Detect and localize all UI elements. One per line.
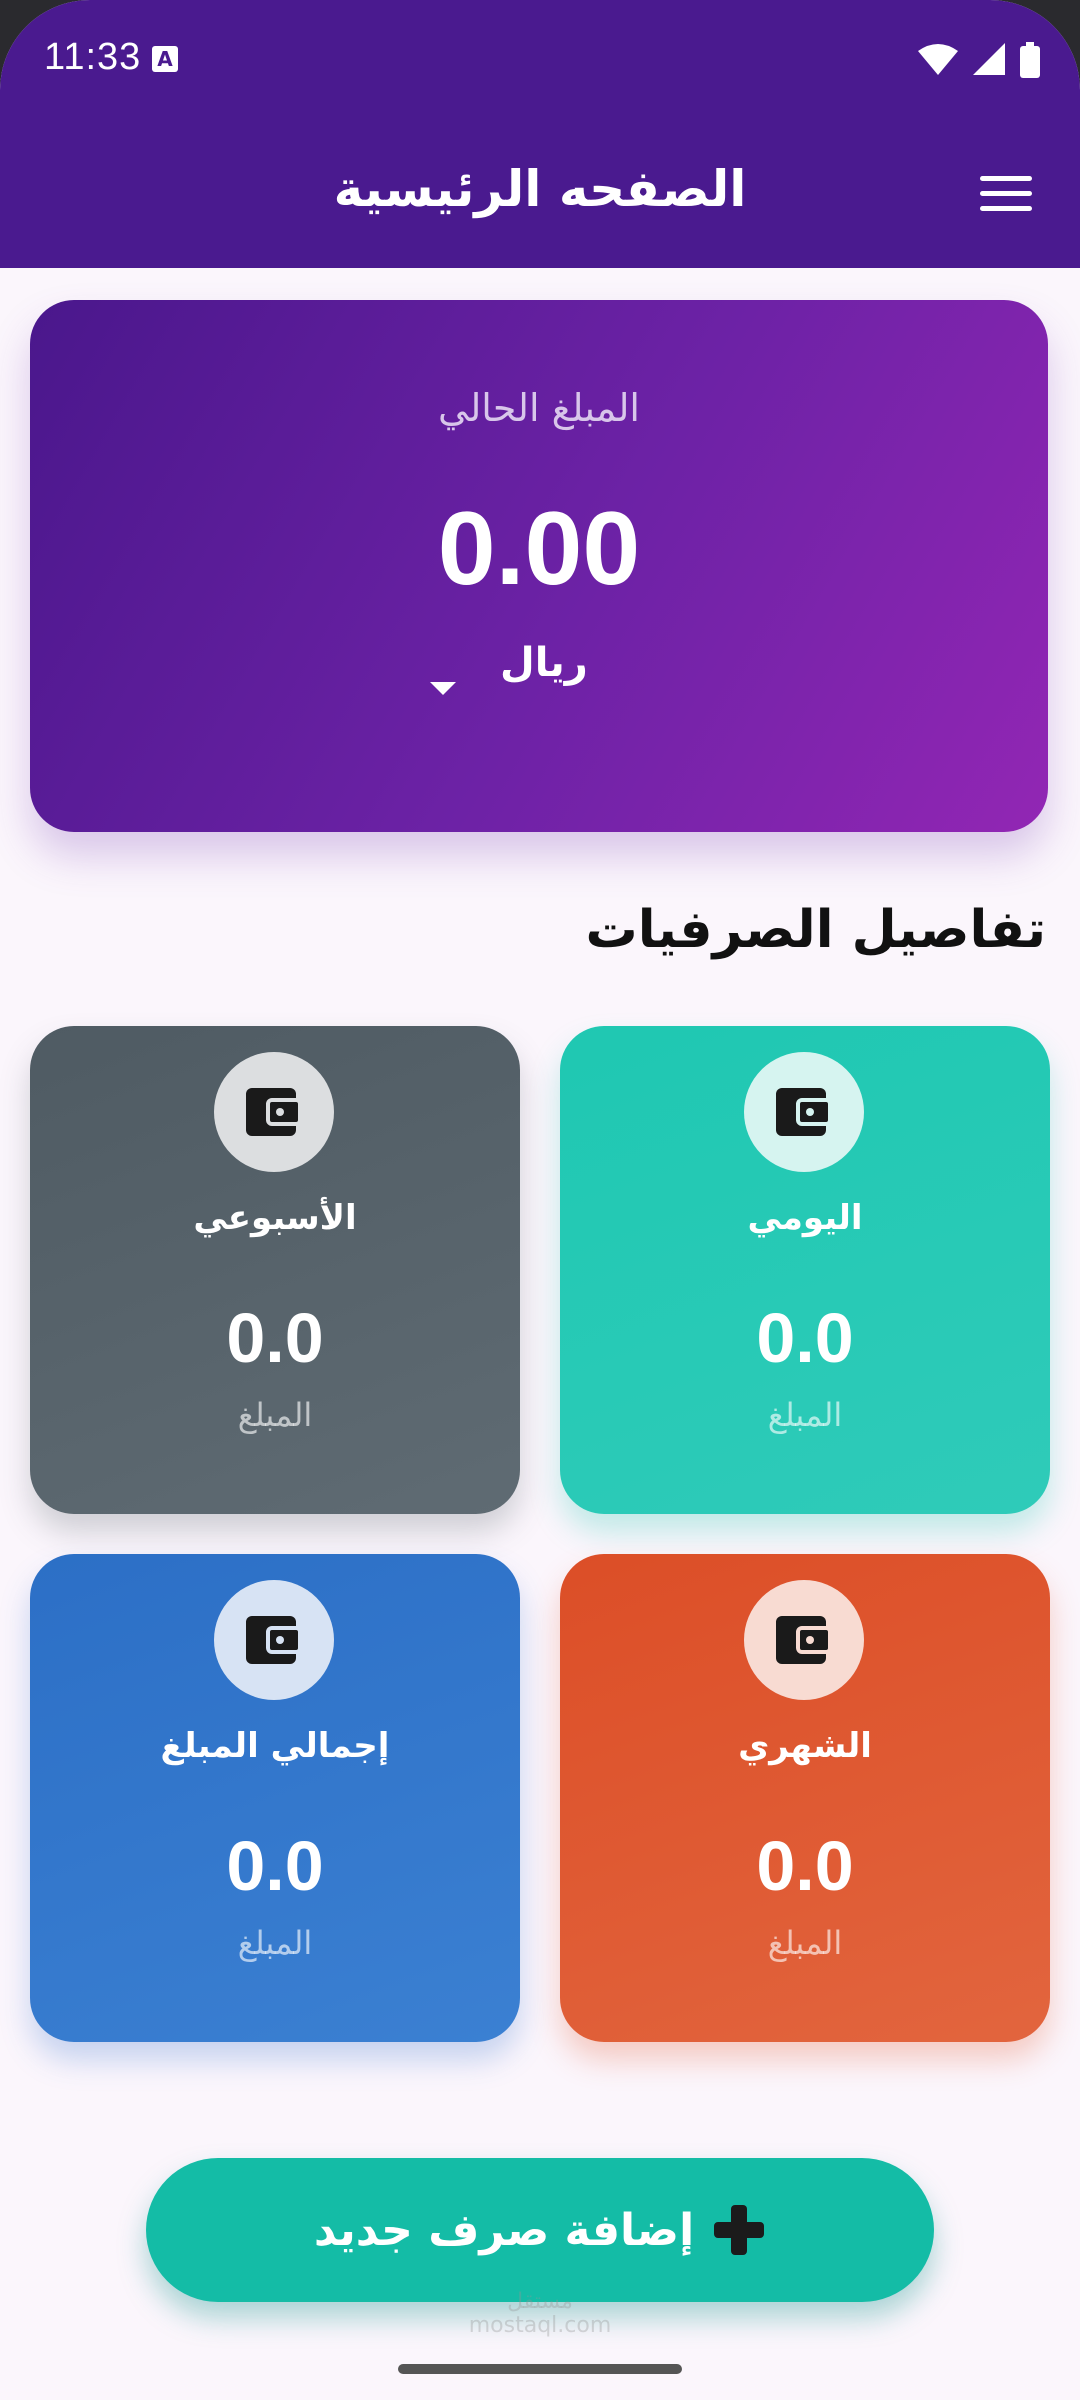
watermark-url: mostaql.com	[468, 2313, 612, 2338]
status-icons	[908, 42, 1040, 82]
dropdown-arrow-icon	[430, 682, 456, 695]
notification-icon: A	[152, 46, 178, 72]
currency-dropdown[interactable]: ريال	[400, 630, 600, 700]
page-title: الصفحه الرئيسية	[333, 160, 747, 218]
watermark-logo-text: مستقل	[507, 2289, 573, 2314]
weekly-expense-card[interactable]: الأسبوعي 0.0 المبلغ	[30, 1026, 520, 1514]
status-bar: 11:33 A	[0, 28, 1080, 92]
card-subtitle: المبلغ	[237, 1396, 313, 1434]
wallet-icon	[246, 1616, 302, 1664]
home-indicator[interactable]	[398, 2364, 682, 2374]
card-value: 0.0	[756, 1299, 854, 1377]
status-time: 11:33	[44, 36, 142, 78]
wallet-icon-badge	[744, 1580, 864, 1700]
watermark: مستقل mostaql.com	[0, 2290, 1080, 2338]
balance-label: المبلغ الحالي	[438, 386, 640, 430]
balance-amount: 0.00	[437, 491, 641, 607]
wallet-icon	[246, 1088, 302, 1136]
card-subtitle: المبلغ	[767, 1924, 843, 1962]
card-subtitle: المبلغ	[237, 1924, 313, 1962]
section-title: تفاصيل الصرفيات	[585, 900, 1046, 960]
plus-icon	[712, 2203, 766, 2257]
card-value: 0.0	[226, 1827, 324, 1905]
wallet-icon-badge	[214, 1052, 334, 1172]
battery-icon	[1020, 42, 1040, 78]
app-bar: 11:33 A الصفحه الرئيسية	[0, 0, 1080, 268]
wallet-icon-badge	[744, 1052, 864, 1172]
wallet-icon	[776, 1088, 832, 1136]
add-expense-label: إضافة صرف جديد	[313, 2204, 695, 2256]
hamburger-menu-icon[interactable]	[980, 176, 1032, 216]
card-title: إجمالي المبلغ	[160, 1726, 390, 1766]
phone-screen: 11:33 A الصفحه الرئيسية المبلغ الحالي 0.…	[0, 0, 1080, 2400]
add-expense-button[interactable]: إضافة صرف جديد	[146, 2158, 934, 2302]
balance-card: المبلغ الحالي 0.00 ريال	[30, 300, 1048, 832]
card-title: الشهري	[738, 1726, 872, 1766]
wallet-icon	[776, 1616, 832, 1664]
card-subtitle: المبلغ	[767, 1396, 843, 1434]
monthly-expense-card[interactable]: الشهري 0.0 المبلغ	[560, 1554, 1050, 2042]
total-expense-card[interactable]: إجمالي المبلغ 0.0 المبلغ	[30, 1554, 520, 2042]
card-value: 0.0	[226, 1299, 324, 1377]
daily-expense-card[interactable]: اليومي 0.0 المبلغ	[560, 1026, 1050, 1514]
card-title: الأسبوعي	[193, 1198, 357, 1238]
wifi-icon	[917, 44, 958, 75]
card-title: اليومي	[747, 1198, 863, 1238]
wallet-icon-badge	[214, 1580, 334, 1700]
currency-value: ريال	[500, 640, 588, 686]
card-value: 0.0	[756, 1827, 854, 1905]
signal-icon	[972, 43, 1005, 75]
